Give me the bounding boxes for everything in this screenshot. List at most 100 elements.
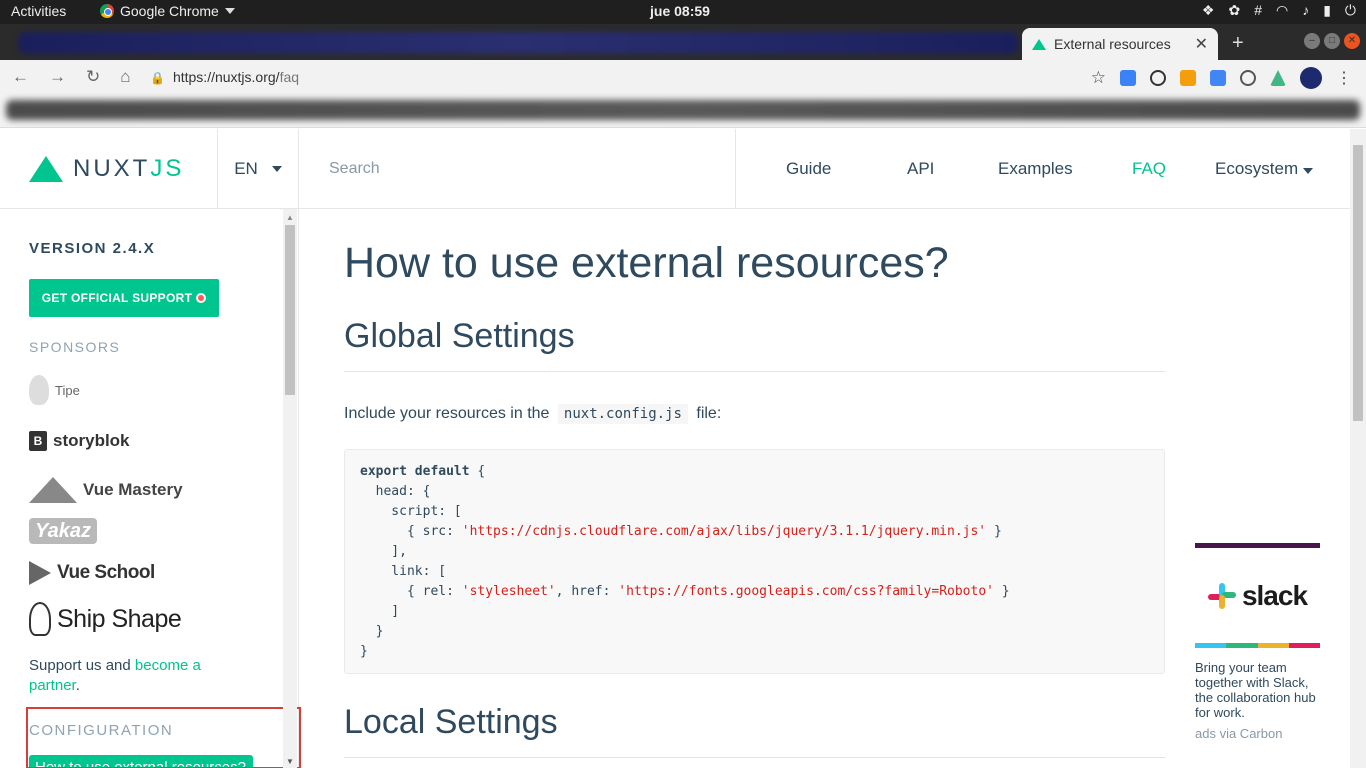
activities-button[interactable]: Activities <box>11 3 66 19</box>
wifi-icon[interactable]: ◠ <box>1276 2 1288 19</box>
extension-icon[interactable] <box>1180 70 1196 86</box>
code-text: ] <box>360 604 400 619</box>
sponsor-name: Vue School <box>57 562 155 583</box>
sponsor-name: Ship Shape <box>57 604 182 633</box>
vue-mastery-logo-icon <box>29 477 77 503</box>
url-host: https://nuxtjs.org/ <box>172 69 280 85</box>
support-button[interactable]: GET OFFICIAL SUPPORT <box>29 279 219 317</box>
extension-icon[interactable] <box>1240 70 1256 86</box>
translate-icon[interactable] <box>1210 70 1226 86</box>
nav-examples[interactable]: Examples <box>998 159 1073 179</box>
home-icon[interactable]: ⌂ <box>120 67 130 87</box>
code-text: { src: <box>360 524 462 539</box>
slack-logo[interactable]: slack <box>1195 576 1320 616</box>
maximize-icon[interactable]: □ <box>1324 33 1340 49</box>
scroll-down-icon[interactable]: ▼ <box>286 757 294 766</box>
sidebar: VERSION 2.4.X GET OFFICIAL SUPPORT SPONS… <box>0 209 301 768</box>
power-menu-icon[interactable]: ⏻ <box>1345 2 1356 19</box>
octopus-logo-icon <box>29 602 51 636</box>
extension-icon[interactable] <box>1120 70 1136 86</box>
code-text: } <box>993 584 1010 599</box>
ad-top-bar <box>1195 543 1320 548</box>
code-text: head: { <box>360 484 431 499</box>
url-field[interactable]: 🔒 https://nuxtjs.org/faq <box>150 69 299 85</box>
code-string: 'https://cdnjs.cloudflare.com/ajax/libs/… <box>461 524 987 539</box>
minimize-icon[interactable]: – <box>1304 33 1320 49</box>
page-title: How to use external resources? <box>344 239 949 287</box>
extension-icons: ☆ ⋮ <box>1091 67 1352 89</box>
clock[interactable]: jue 08:59 <box>650 3 710 19</box>
sponsor-name: Tipe <box>55 382 80 398</box>
page-scrollbar[interactable] <box>1350 129 1366 768</box>
code-keyword: export default <box>360 464 470 479</box>
search-input[interactable]: Search <box>299 129 736 209</box>
extension-icon[interactable] <box>1150 70 1166 86</box>
slack-glyph-icon <box>1207 582 1236 610</box>
web-page: NUXTJS EN Search Guide API Examples FAQ … <box>0 129 1350 768</box>
code-block: export default { head: { script: [ { src… <box>344 449 1165 674</box>
scrollbar-thumb[interactable] <box>285 225 295 395</box>
nav-faq[interactable]: FAQ <box>1132 159 1166 179</box>
dropbox-icon[interactable]: ❖ <box>1202 2 1215 19</box>
language-select[interactable]: EN <box>217 129 299 209</box>
alert-icon <box>196 293 207 303</box>
nav-ecosystem[interactable]: Ecosystem <box>1215 159 1313 179</box>
scroll-up-icon[interactable]: ▲ <box>286 213 294 222</box>
volume-icon[interactable]: ♪ <box>1302 2 1309 19</box>
code-text: } <box>986 524 1002 539</box>
nav-api[interactable]: API <box>907 159 934 179</box>
active-tab[interactable]: External resources ✕ <box>1022 28 1218 60</box>
forward-icon[interactable]: → <box>49 67 66 87</box>
reload-icon[interactable]: ↻ <box>86 67 100 87</box>
blurred-bookmarks <box>6 100 1360 120</box>
nuxt-logo[interactable]: NUXTJS <box>29 155 184 183</box>
app-menu[interactable]: Google Chrome <box>100 3 235 19</box>
ads-via-carbon-link[interactable]: ads via Carbon <box>1195 726 1320 741</box>
close-window-icon[interactable]: ✕ <box>1344 33 1360 49</box>
vue-devtools-icon[interactable] <box>1270 70 1286 86</box>
sponsor-vue-school[interactable]: Vue School <box>29 561 155 585</box>
back-icon[interactable]: ← <box>12 67 29 87</box>
site-header: NUXTJS EN Search Guide API Examples FAQ … <box>0 129 1350 209</box>
sponsor-name: Vue Mastery <box>83 480 183 499</box>
battery-icon[interactable]: ▮ <box>1323 2 1331 19</box>
code-text: , href: <box>555 584 619 599</box>
sponsor-tipe[interactable]: Tipe <box>29 375 80 405</box>
system-tray[interactable]: ❖ ✿ # ◠ ♪ ▮ ⏻ <box>1202 2 1356 19</box>
code-text: link: [ <box>360 564 447 579</box>
profile-avatar[interactable] <box>1300 67 1322 89</box>
lock-icon[interactable]: 🔒 <box>150 71 165 85</box>
support-text-end: . <box>75 677 80 694</box>
new-tab-icon[interactable]: + <box>1232 32 1244 55</box>
code-text: ], <box>360 544 407 559</box>
sponsor-vue-mastery[interactable]: Vue Mastery <box>29 477 183 503</box>
nav-guide[interactable]: Guide <box>786 159 831 179</box>
bookmark-star-icon[interactable]: ☆ <box>1091 68 1106 88</box>
slack-tray-icon[interactable]: # <box>1254 2 1262 19</box>
close-tab-icon[interactable]: ✕ <box>1195 34 1208 54</box>
network-applet-icon[interactable]: ✿ <box>1228 2 1240 19</box>
main-nav: Guide API Examples FAQ Ecosystem <box>736 129 1350 209</box>
code-text: } <box>360 644 368 659</box>
os-top-bar: Activities Google Chrome jue 08:59 ❖ ✿ #… <box>0 0 1366 24</box>
scrollbar-thumb[interactable] <box>1353 145 1363 421</box>
code-text: } <box>360 624 384 639</box>
paragraph-text: Include your resources in the <box>344 405 550 422</box>
sponsor-storyblok[interactable]: Bstoryblok <box>29 431 130 451</box>
chevron-down-icon <box>224 8 235 14</box>
carbon-ad[interactable]: slack Bring your team together with Slac… <box>1195 543 1320 741</box>
browser-tab-strip: External resources ✕ + – □ ✕ <box>0 24 1366 60</box>
menu-icon[interactable]: ⋮ <box>1336 68 1352 88</box>
sponsor-name: storyblok <box>53 431 130 450</box>
ad-text[interactable]: Bring your team together with Slack, the… <box>1195 660 1320 720</box>
nuxt-favicon-icon <box>1032 38 1046 50</box>
vue-school-logo-icon <box>29 561 51 585</box>
ad-color-stripes <box>1195 643 1320 648</box>
nav-buttons: ← → ↻ ⌂ <box>12 67 131 87</box>
sponsor-ship-shape[interactable]: Ship Shape <box>29 602 182 636</box>
code-text: script: [ <box>360 504 462 519</box>
support-text-lead: Support us and <box>29 657 135 674</box>
sponsor-yakaz[interactable]: Yakaz <box>29 518 97 544</box>
sponsors-heading: SPONSORS <box>29 339 121 355</box>
sidebar-scrollbar[interactable]: ▲ ▼ <box>283 209 297 768</box>
